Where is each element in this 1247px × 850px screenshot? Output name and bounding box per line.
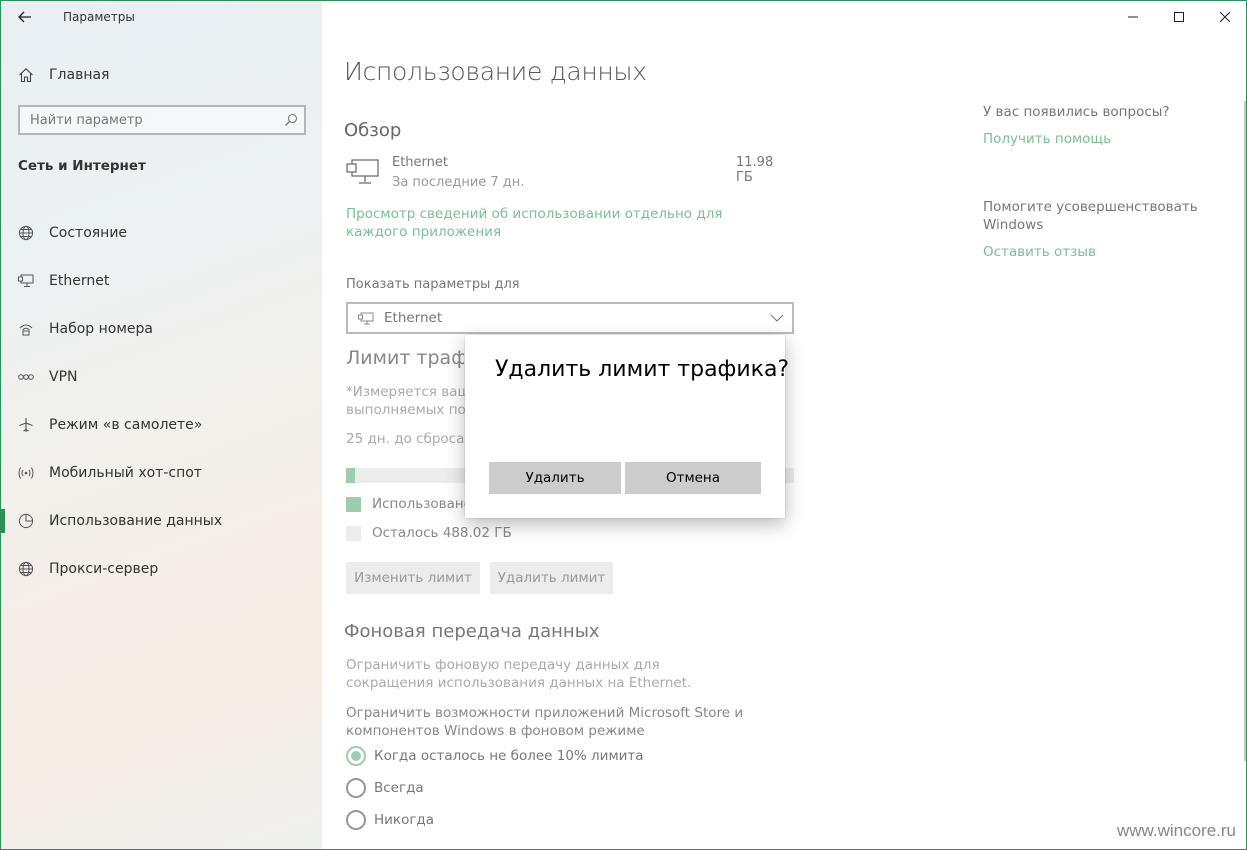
airplane-icon — [1, 409, 49, 441]
settings-window: Параметры Главная Сеть и Интернет Состоя… — [0, 0, 1247, 850]
search-icon[interactable] — [278, 113, 304, 127]
sidebar-item-airplane[interactable]: Режим «в самолете» — [1, 401, 322, 449]
improve-windows-text: Помогите усовершенствовать Windows — [983, 199, 1198, 233]
sidebar-item-ethernet[interactable]: Ethernet — [1, 257, 322, 305]
get-help-link[interactable]: Получить помощь — [983, 131, 1111, 147]
sidebar-item-proxy[interactable]: Прокси-сервер — [1, 545, 322, 593]
maximize-button[interactable] — [1156, 1, 1202, 33]
dialup-icon — [1, 313, 49, 345]
search-input[interactable] — [30, 112, 278, 128]
radio-button[interactable] — [346, 810, 366, 830]
background-data-heading: Фоновая передача данных — [344, 621, 600, 642]
give-feedback-link[interactable]: Оставить отзыв — [983, 244, 1096, 260]
ethernet-icon — [358, 312, 374, 324]
used-swatch — [346, 496, 361, 512]
vpn-icon — [1, 361, 49, 393]
sidebar-nav: Состояние Ethernet Набор номера VPN Режи… — [1, 209, 322, 593]
titlebar-left: Параметры — [1, 1, 322, 33]
hotspot-icon — [1, 457, 49, 489]
legend-used-label: Использовано — [372, 496, 472, 512]
per-app-usage-link[interactable]: Просмотр сведений об использовании отдел… — [346, 205, 766, 241]
ethernet-period: За последние 7 дн. — [392, 175, 525, 190]
sidebar-item-label: Режим «в самолете» — [49, 417, 203, 433]
remove-limit-dialog: Удалить лимит трафика? Удалить Отмена — [465, 335, 789, 518]
reset-countdown: 25 дн. до сброса (1 — [346, 431, 466, 447]
sidebar-item-hotspot[interactable]: Мобильный хот-спот — [1, 449, 322, 497]
sidebar-item-data-usage[interactable]: Использование данных — [1, 497, 322, 545]
back-arrow-icon — [18, 11, 31, 23]
ethernet-usage-value: 11.98 ГБ — [736, 155, 774, 185]
limit-description-line-1: *Измеряется ваши — [346, 384, 466, 400]
sidebar-item-dialup[interactable]: Набор номера — [1, 305, 322, 353]
limit-description-line-2: выполняемых пост — [346, 402, 466, 418]
search-box[interactable] — [18, 105, 306, 135]
ethernet-icon — [346, 158, 380, 190]
sidebar-item-vpn[interactable]: VPN — [1, 353, 322, 401]
radio-option-never[interactable]: Никогда — [346, 809, 434, 831]
network-select-value: Ethernet — [384, 310, 443, 326]
confirm-remove-button[interactable]: Удалить — [489, 462, 621, 494]
radio-button[interactable] — [346, 778, 366, 798]
sidebar-item-home[interactable]: Главная — [1, 59, 322, 91]
radio-label: Когда осталось не более 10% лимита — [374, 748, 644, 764]
sidebar-item-label: Прокси-сервер — [49, 561, 159, 577]
section-title: Сеть и Интернет — [18, 158, 146, 174]
sidebar-item-label: Использование данных — [49, 513, 223, 529]
close-button[interactable] — [1202, 1, 1246, 33]
minimize-button[interactable] — [1110, 1, 1156, 33]
ethernet-icon — [1, 265, 49, 297]
close-icon — [1220, 12, 1230, 22]
show-settings-label: Показать параметры для — [346, 277, 520, 292]
radio-button[interactable] — [346, 746, 366, 766]
radio-label: Никогда — [374, 812, 435, 828]
home-icon — [1, 59, 49, 91]
dialog-title: Удалить лимит трафика? — [495, 357, 790, 382]
cancel-button[interactable]: Отмена — [625, 462, 761, 494]
usage-progress-fill — [346, 468, 355, 483]
legend-remaining: Осталось 488.02 ГБ — [346, 524, 512, 542]
minimize-icon — [1128, 16, 1138, 18]
background-restrict-label: Ограничить возможности приложений Micros… — [346, 705, 744, 739]
scrollbar[interactable] — [1244, 101, 1246, 761]
sidebar-item-label: Состояние — [49, 225, 128, 241]
sidebar-item-status[interactable]: Состояние — [1, 209, 322, 257]
radio-option-always[interactable]: Всегда — [346, 777, 424, 799]
sidebar-item-label: Ethernet — [49, 273, 110, 289]
globe-icon — [1, 553, 49, 585]
window-controls — [1110, 1, 1246, 33]
data-usage-icon — [1, 505, 49, 537]
ethernet-name: Ethernet — [392, 155, 448, 170]
sidebar-item-label: Главная — [49, 67, 110, 83]
limit-description: *Измеряется ваши выполняемых пост — [346, 383, 466, 419]
remove-limit-button[interactable]: Удалить лимит — [490, 562, 613, 594]
chevron-down-icon — [770, 314, 784, 322]
network-select[interactable]: Ethernet — [346, 302, 794, 334]
sidebar-item-label: VPN — [49, 369, 78, 385]
change-limit-button[interactable]: Изменить лимит — [346, 562, 480, 594]
data-limit-heading: Лимит трафика — [346, 347, 464, 369]
back-button[interactable] — [11, 5, 39, 29]
help-question: У вас появились вопросы? — [983, 104, 1170, 120]
sidebar-item-label: Набор номера — [49, 321, 154, 337]
sidebar: Параметры Главная Сеть и Интернет Состоя… — [1, 1, 322, 849]
globe-icon — [1, 217, 49, 249]
radio-label: Всегда — [374, 780, 424, 796]
sidebar-item-label: Мобильный хот-спот — [49, 465, 202, 481]
overview-heading: Обзор — [344, 120, 402, 141]
radio-option-10-percent[interactable]: Когда осталось не более 10% лимита — [346, 745, 644, 767]
remaining-swatch — [346, 525, 361, 541]
legend-used: Использовано — [346, 495, 472, 513]
page-title: Использование данных — [344, 57, 647, 86]
legend-remaining-label: Осталось 488.02 ГБ — [372, 525, 512, 541]
watermark: www.wincore.ru — [1116, 821, 1236, 840]
background-data-description: Ограничить фоновую передачу данных для с… — [346, 657, 692, 691]
app-title: Параметры — [63, 10, 135, 24]
ethernet-usage-row: Ethernet За последние 7 дн. 11.98 ГБ — [346, 153, 786, 193]
maximize-icon — [1174, 12, 1184, 22]
